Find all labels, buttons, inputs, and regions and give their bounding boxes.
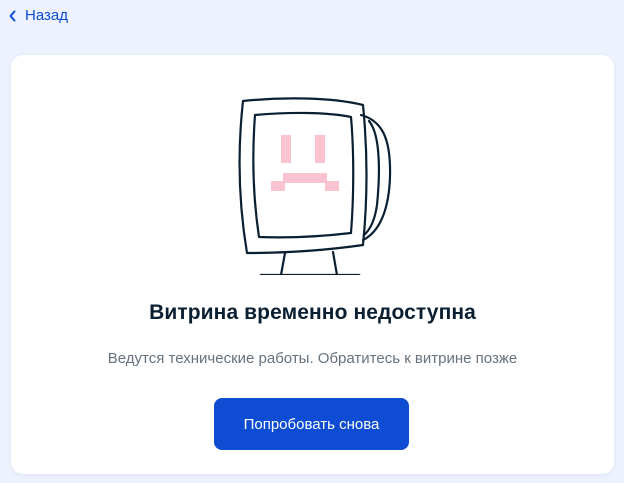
chevron-left-icon <box>9 10 16 21</box>
page-subtitle: Ведутся технические работы. Обратитесь к… <box>107 350 518 367</box>
back-link-label: Назад <box>25 7 68 24</box>
retry-button[interactable]: Попробовать снова <box>214 398 409 450</box>
back-link[interactable]: Назад <box>8 7 68 24</box>
error-card: Витрина временно недоступна Ведутся техн… <box>11 55 614 474</box>
page-title: Витрина временно недоступна <box>149 301 476 324</box>
sad-computer-icon <box>238 97 392 275</box>
